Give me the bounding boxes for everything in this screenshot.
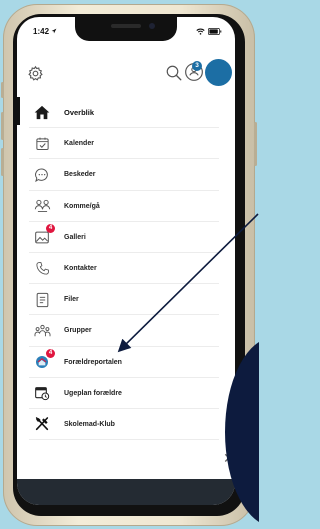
menu-item-label: Forældreportalen xyxy=(64,358,122,366)
wifi-icon xyxy=(196,28,205,35)
gallery-icon: 4 xyxy=(32,224,55,247)
camera-notch xyxy=(75,17,177,41)
phone-icon xyxy=(32,259,52,279)
location-arrow-icon xyxy=(51,28,57,34)
menu-item-filer[interactable]: Filer xyxy=(17,284,235,316)
menu-item-label: Grupper xyxy=(64,327,92,335)
menu-item-label: Beskeder xyxy=(64,171,96,179)
battery-icon xyxy=(208,28,222,35)
file-icon xyxy=(32,290,52,310)
galleri-badge: 4 xyxy=(46,224,55,234)
calendar-clock-icon xyxy=(32,383,52,403)
bottom-bar xyxy=(17,479,235,505)
status-icons xyxy=(196,28,222,35)
notification-count-badge: 3 xyxy=(192,61,202,71)
menu-item-galleri[interactable]: 4 Galleri xyxy=(17,222,235,254)
menu-item-label: Kontakter xyxy=(64,265,97,273)
menu-item-label: Filer xyxy=(64,296,79,304)
menu-item-kalender[interactable]: Kalender xyxy=(17,128,235,160)
front-camera xyxy=(149,23,155,29)
menu-item-label: Galleri xyxy=(64,233,86,241)
speaker-grille xyxy=(111,24,141,28)
menu-item-komme-ga[interactable]: Komme/gå xyxy=(17,191,235,222)
menu-item-kontakter[interactable]: Kontakter xyxy=(17,253,235,285)
menu-item-label: Ugeplan forældre xyxy=(64,389,122,397)
avatar[interactable] xyxy=(205,59,232,86)
menu-item-label: Kalender xyxy=(64,140,94,148)
menu-item-skolemad-klub[interactable]: Skolemad-Klub xyxy=(17,409,235,441)
parent-portal-icon: 4 xyxy=(32,349,55,372)
menu-item-foraeldreportalen[interactable]: 4 Forældreportalen xyxy=(17,347,235,378)
home-icon xyxy=(32,103,52,123)
notifications-button[interactable]: 3 xyxy=(184,61,204,87)
mute-switch xyxy=(1,82,4,98)
status-time: 1:42 xyxy=(33,27,57,36)
calendar-icon xyxy=(32,134,52,154)
menu-item-overblik[interactable]: Overblik xyxy=(17,97,235,129)
menu-item-label: Komme/gå xyxy=(64,202,100,210)
menu-item-label: Overblik xyxy=(64,108,95,118)
people-icon xyxy=(32,196,52,216)
volume-up-button xyxy=(1,112,4,140)
menu-item-grupper[interactable]: Grupper xyxy=(17,315,235,347)
volume-down-button xyxy=(1,148,4,176)
group-icon xyxy=(32,321,52,341)
power-button xyxy=(254,122,257,166)
menu-item-ugeplan-foraeldre[interactable]: Ugeplan forældre xyxy=(17,378,235,410)
gear-icon[interactable] xyxy=(27,65,44,87)
cutlery-icon xyxy=(32,414,52,434)
close-icon[interactable]: ✕ xyxy=(223,450,235,467)
foraeldreportalen-badge: 4 xyxy=(46,349,55,359)
menu-item-label: Skolemad-Klub xyxy=(64,420,115,428)
app-screen: 1:42 3 Overblik Kalender Beskeder Komme/… xyxy=(17,17,235,505)
menu-item-beskeder[interactable]: Beskeder xyxy=(17,159,235,191)
top-bar: 3 xyxy=(17,57,235,91)
search-icon[interactable] xyxy=(165,64,183,87)
main-menu: Overblik Kalender Beskeder Komme/gå 4 Ga… xyxy=(17,97,235,441)
chat-bubble-icon xyxy=(32,165,52,185)
